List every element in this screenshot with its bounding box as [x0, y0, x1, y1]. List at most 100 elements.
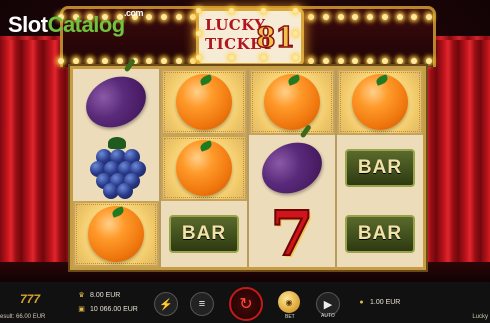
logo-bulb — [293, 55, 298, 60]
reel-cell — [73, 135, 159, 201]
orange-leaf — [110, 206, 126, 218]
wallet-icon: ▣ — [78, 306, 85, 313]
marquee-bulb — [322, 14, 329, 20]
balance-display: ▣ 10 066.00 EUR — [78, 306, 138, 313]
logo-bulb — [261, 8, 266, 13]
marquee-bulb — [87, 58, 94, 64]
marquee-bulb — [175, 58, 182, 64]
marquee-bulb — [411, 58, 418, 64]
grapes-symbol — [86, 137, 146, 199]
bet-amount-display: ● 1.00 EUR — [358, 299, 400, 306]
site-watermark: SlotCatalog .com — [8, 8, 144, 38]
bet-amount: 1.00 EUR — [370, 299, 401, 306]
marquee-bulb — [425, 14, 432, 20]
menu-icon: ≡ — [198, 298, 206, 310]
orange-leaf — [198, 74, 214, 86]
marquee-bulb — [411, 14, 418, 20]
game-stage: LUCKY TICKET 81 SlotCatalog .com BAR 7 BAR… — [0, 0, 490, 323]
logo-bulb — [293, 8, 298, 13]
provider-logo: 777 — [20, 292, 41, 306]
bet-button[interactable]: ◉ — [278, 291, 300, 313]
orange-symbol — [176, 140, 232, 196]
marquee-bulb — [367, 58, 374, 64]
marquee-bulb — [396, 58, 403, 64]
lightning-icon: ⚡ — [159, 298, 173, 311]
grapes-leaf — [108, 137, 126, 149]
marquee-bulb — [337, 58, 344, 64]
marquee-bulb — [425, 58, 432, 64]
reel-cell — [249, 124, 335, 203]
marquee-bulb — [146, 14, 153, 20]
reel-cell — [161, 69, 247, 135]
reel-3: 7 — [249, 69, 335, 267]
last-result-text: esult: 66.00 EUR — [0, 314, 46, 320]
reel-area: BAR 7 BAR BAR — [70, 58, 426, 270]
reel-cell: BAR — [161, 201, 247, 267]
reel-cell — [73, 201, 159, 267]
reel-cell: BAR — [337, 135, 423, 201]
curtain-left — [0, 40, 75, 290]
turbo-button[interactable]: ⚡ — [154, 292, 178, 316]
menu-button[interactable]: ≡ — [190, 292, 214, 316]
trophy-icon: ♛ — [78, 292, 85, 299]
watermark-catalog: Catalog — [47, 12, 126, 37]
reel-cell: BAR — [337, 201, 423, 267]
logo-bulb — [196, 8, 201, 13]
orange-symbol — [264, 74, 320, 130]
reel-2: BAR — [161, 69, 247, 267]
orange-leaf — [286, 74, 302, 86]
reel-1 — [73, 58, 159, 267]
reel-cell — [73, 58, 159, 137]
logo-bulb — [229, 55, 234, 60]
orange-symbol — [176, 74, 232, 130]
coins-icon: ● — [359, 299, 364, 306]
marquee-bulb — [102, 58, 109, 64]
watermark-slot: Slot — [8, 12, 48, 37]
plum-symbol — [253, 124, 331, 203]
logo-bulb — [229, 8, 234, 13]
marquee-bulb — [381, 14, 388, 20]
seven-symbol: 7 — [269, 197, 314, 270]
marquee-bulb — [322, 58, 329, 64]
autoplay-icon: ▶ — [323, 298, 333, 311]
watermark-com: .com — [124, 8, 144, 18]
marquee-bulb — [337, 14, 344, 20]
grape-berry — [117, 183, 133, 199]
reel-4: BAR BAR — [337, 69, 423, 267]
marquee-bulb — [381, 58, 388, 64]
marquee-bulb — [72, 58, 79, 64]
reel-cell — [161, 135, 247, 201]
reel-cell: 7 — [249, 201, 335, 267]
marquee-bulb — [308, 58, 315, 64]
autoplay-label: AUTO — [321, 313, 335, 319]
marquee-bulb — [161, 14, 168, 20]
marquee-bulb — [352, 14, 359, 20]
win-display: ♛ 8.00 EUR — [78, 292, 120, 299]
bar-symbol: BAR — [345, 149, 415, 187]
marquee-bulb — [175, 14, 182, 20]
game-name-tag: Lucky — [472, 314, 488, 320]
logo-bulb — [196, 31, 201, 36]
reel-cell — [337, 69, 423, 135]
marquee-bulb — [352, 58, 359, 64]
coin-stack-icon: ◉ — [285, 297, 293, 307]
game-logo: LUCKY TICKET 81 — [196, 8, 304, 66]
orange-leaf — [374, 74, 390, 86]
balance-amount: 10 066.00 EUR — [90, 306, 138, 313]
reel-cell — [249, 69, 335, 135]
bar-symbol: BAR — [169, 215, 239, 253]
plum-symbol — [77, 58, 155, 137]
bet-label: BET — [285, 314, 295, 320]
win-amount: 8.00 EUR — [90, 292, 121, 299]
marquee-bulb — [116, 58, 123, 64]
orange-symbol — [352, 74, 408, 130]
logo-number: 81 — [255, 20, 295, 55]
spin-icon: ↻ — [239, 296, 253, 313]
marquee-bulb — [308, 14, 315, 20]
spin-button[interactable]: ↻ — [229, 287, 263, 321]
orange-leaf — [198, 140, 214, 152]
logo-bulb — [261, 55, 266, 60]
bar-symbol: BAR — [345, 215, 415, 253]
marquee-bulb — [146, 58, 153, 64]
marquee-bulb — [396, 14, 403, 20]
